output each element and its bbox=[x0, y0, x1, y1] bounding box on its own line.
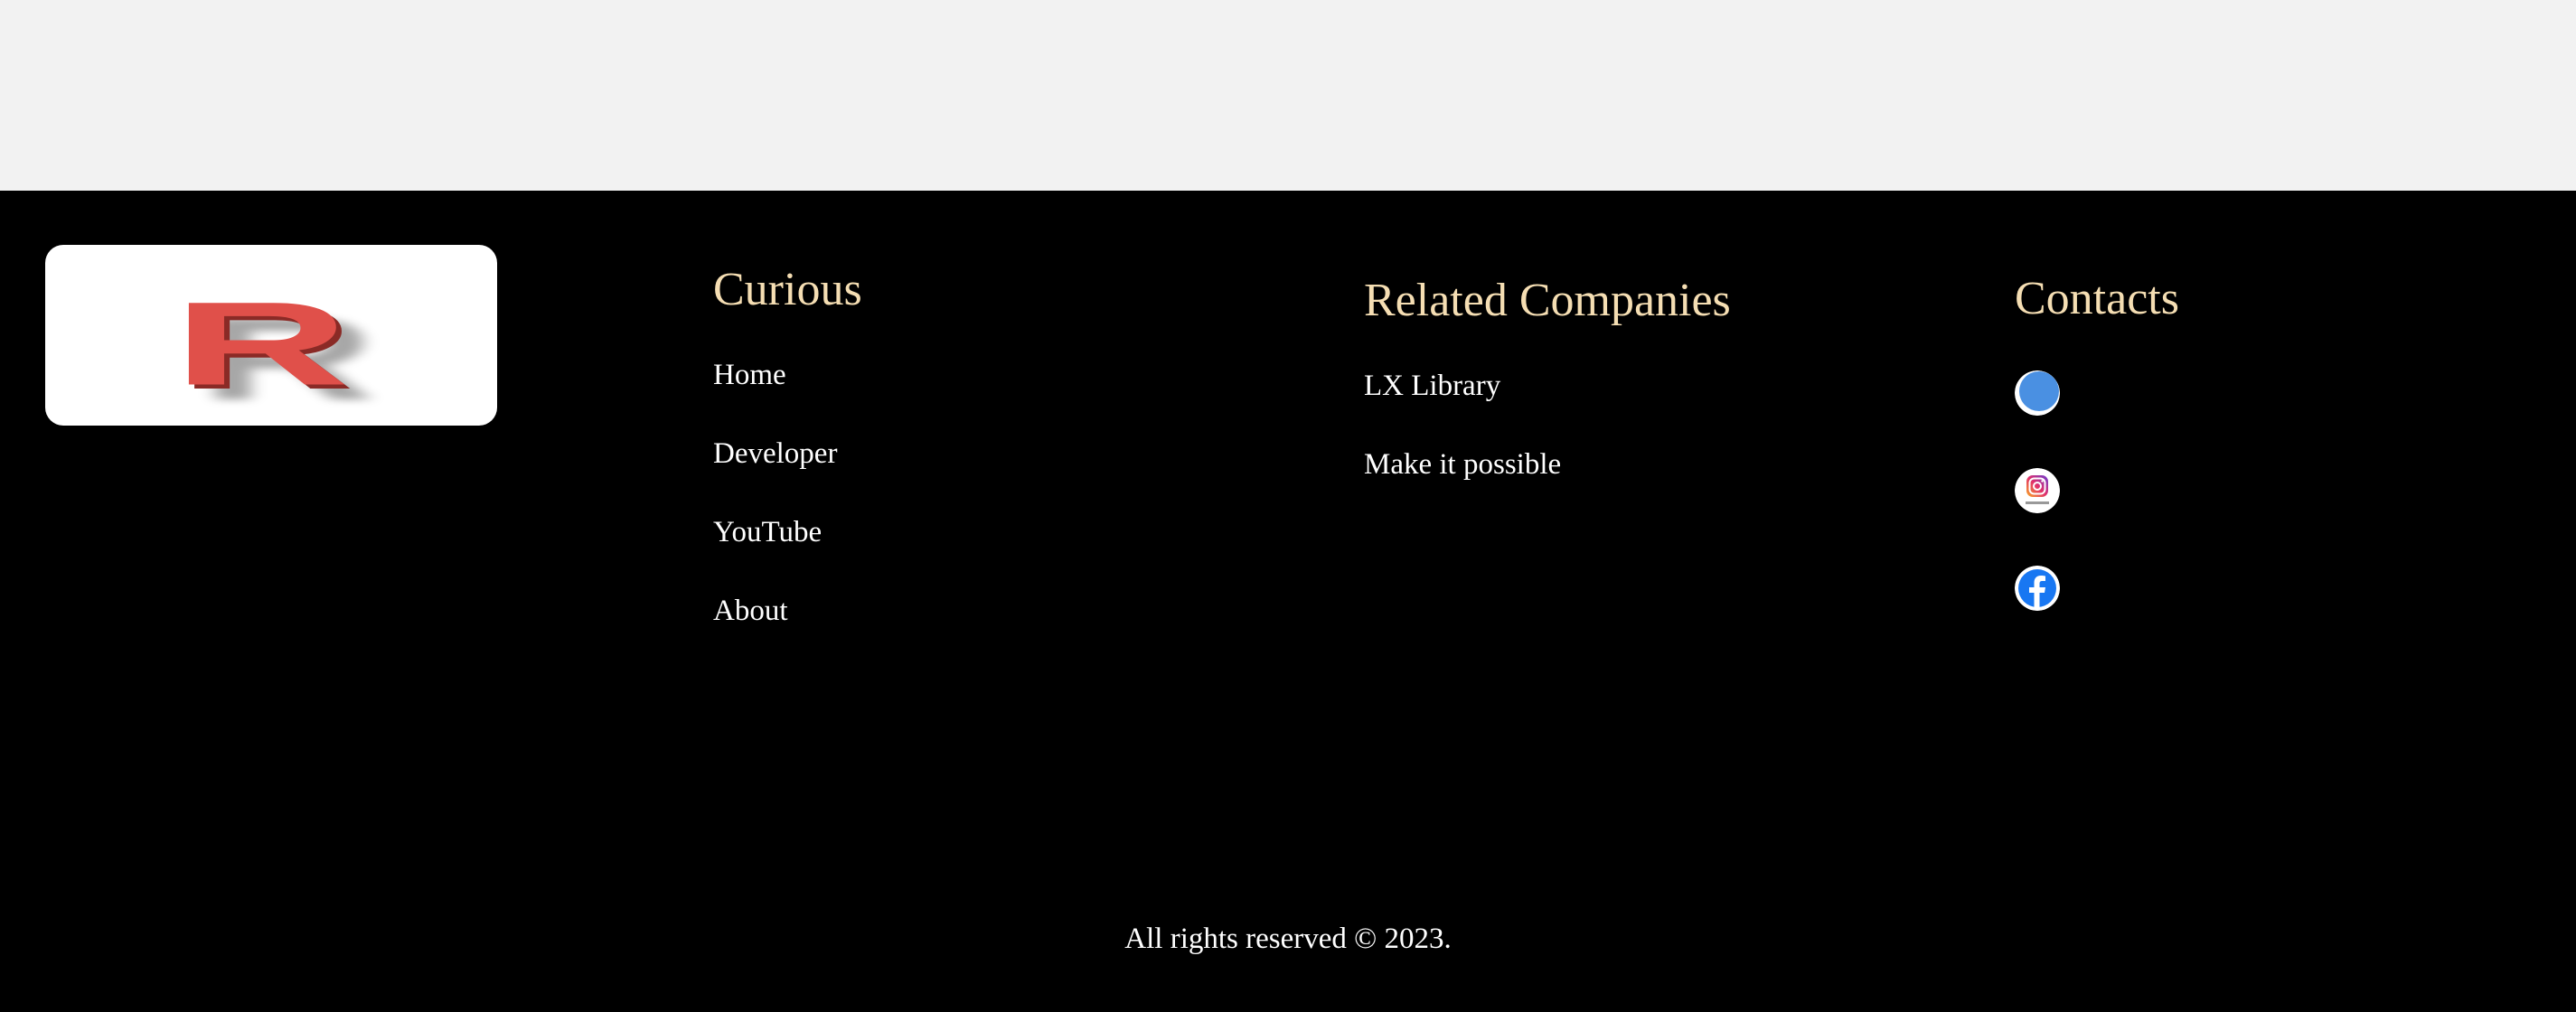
footer-link-home[interactable]: Home bbox=[713, 359, 786, 392]
contacts-heading: Contacts bbox=[2015, 273, 2179, 324]
footer-link-lx-library[interactable]: LX Library bbox=[1364, 370, 1500, 403]
top-blank-area bbox=[0, 0, 2576, 191]
instagram-icon bbox=[2015, 468, 2060, 513]
footer-link-about[interactable]: About bbox=[713, 595, 788, 628]
copyright-text: All rights reserved © 2023. bbox=[1124, 923, 1452, 955]
twitter-icon bbox=[2015, 370, 2060, 416]
footer-link-make-it-possible[interactable]: Make it possible bbox=[1364, 448, 1561, 482]
footer-link-developer[interactable]: Developer bbox=[713, 437, 837, 471]
twitter-link[interactable] bbox=[2015, 370, 2060, 416]
r-logo-image: R R R bbox=[173, 277, 376, 425]
site-footer: R R R Curious Home Developer YouTube Abo… bbox=[0, 191, 2576, 1012]
curious-heading: Curious bbox=[713, 264, 862, 315]
related-companies-heading: Related Companies bbox=[1364, 275, 1731, 326]
instagram-link[interactable] bbox=[2015, 468, 2060, 513]
logo-letter: R bbox=[173, 277, 350, 410]
footer-link-youtube[interactable]: YouTube bbox=[713, 516, 822, 549]
facebook-link[interactable] bbox=[2015, 566, 2060, 611]
site-logo[interactable]: R R R bbox=[45, 245, 497, 426]
facebook-icon bbox=[2015, 566, 2060, 611]
